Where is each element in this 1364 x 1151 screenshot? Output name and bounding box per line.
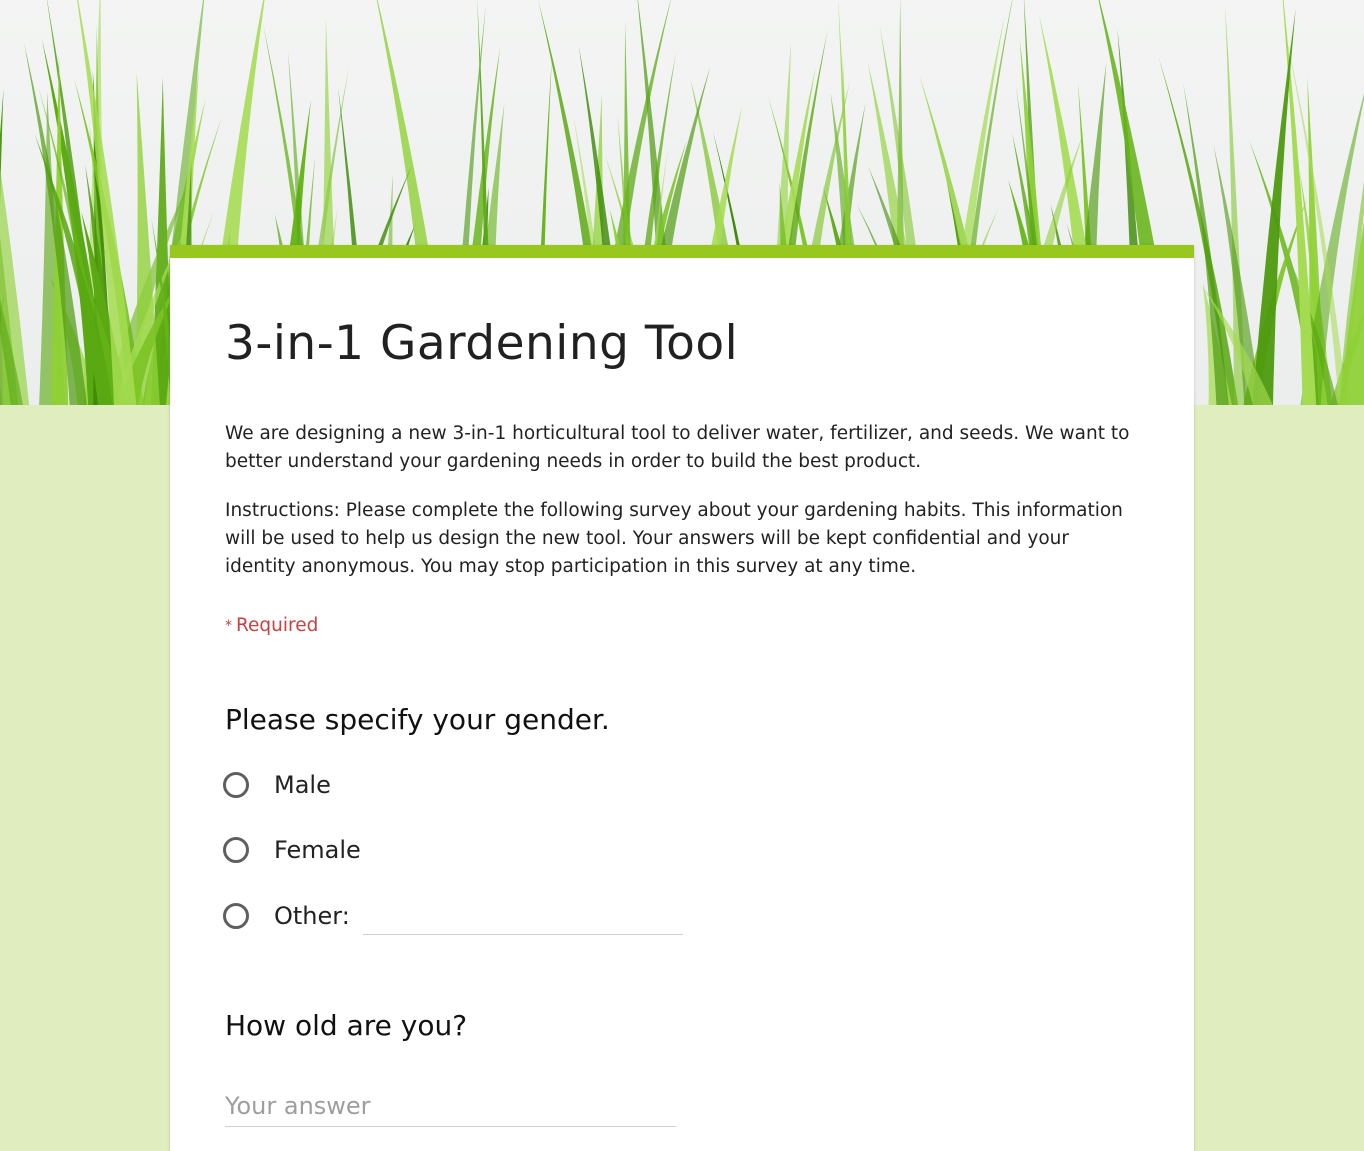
required-label: Required xyxy=(236,615,319,636)
option-label: Other: xyxy=(274,902,350,930)
option-label: Female xyxy=(274,836,361,864)
gender-question-title: Please specify your gender. xyxy=(225,703,610,736)
required-notice: * Required xyxy=(225,615,318,636)
radio-button[interactable] xyxy=(223,772,249,798)
radio-button[interactable] xyxy=(223,837,249,863)
grass-blade xyxy=(1252,8,1296,405)
form-title: 3-in-1 Gardening Tool xyxy=(225,316,739,371)
option-label: Male xyxy=(274,771,331,799)
other-gender-input[interactable] xyxy=(363,904,683,935)
required-asterisk: * xyxy=(225,618,232,634)
age-answer-input[interactable] xyxy=(225,1086,676,1127)
form-page: 3-in-1 Gardening Tool We are designing a… xyxy=(0,0,1364,1151)
age-question-title: How old are you? xyxy=(225,1009,468,1042)
gender-option-other[interactable]: Other: xyxy=(223,899,350,933)
radio-button[interactable] xyxy=(223,903,249,929)
gender-option-male[interactable]: Male xyxy=(223,768,331,802)
gender-option-female[interactable]: Female xyxy=(223,833,361,867)
form-description: We are designing a new 3-in-1 horticultu… xyxy=(225,423,1130,472)
form-card: 3-in-1 Gardening Tool We are designing a… xyxy=(170,245,1194,1151)
form-instructions: Instructions: Please complete the follow… xyxy=(225,500,1123,577)
